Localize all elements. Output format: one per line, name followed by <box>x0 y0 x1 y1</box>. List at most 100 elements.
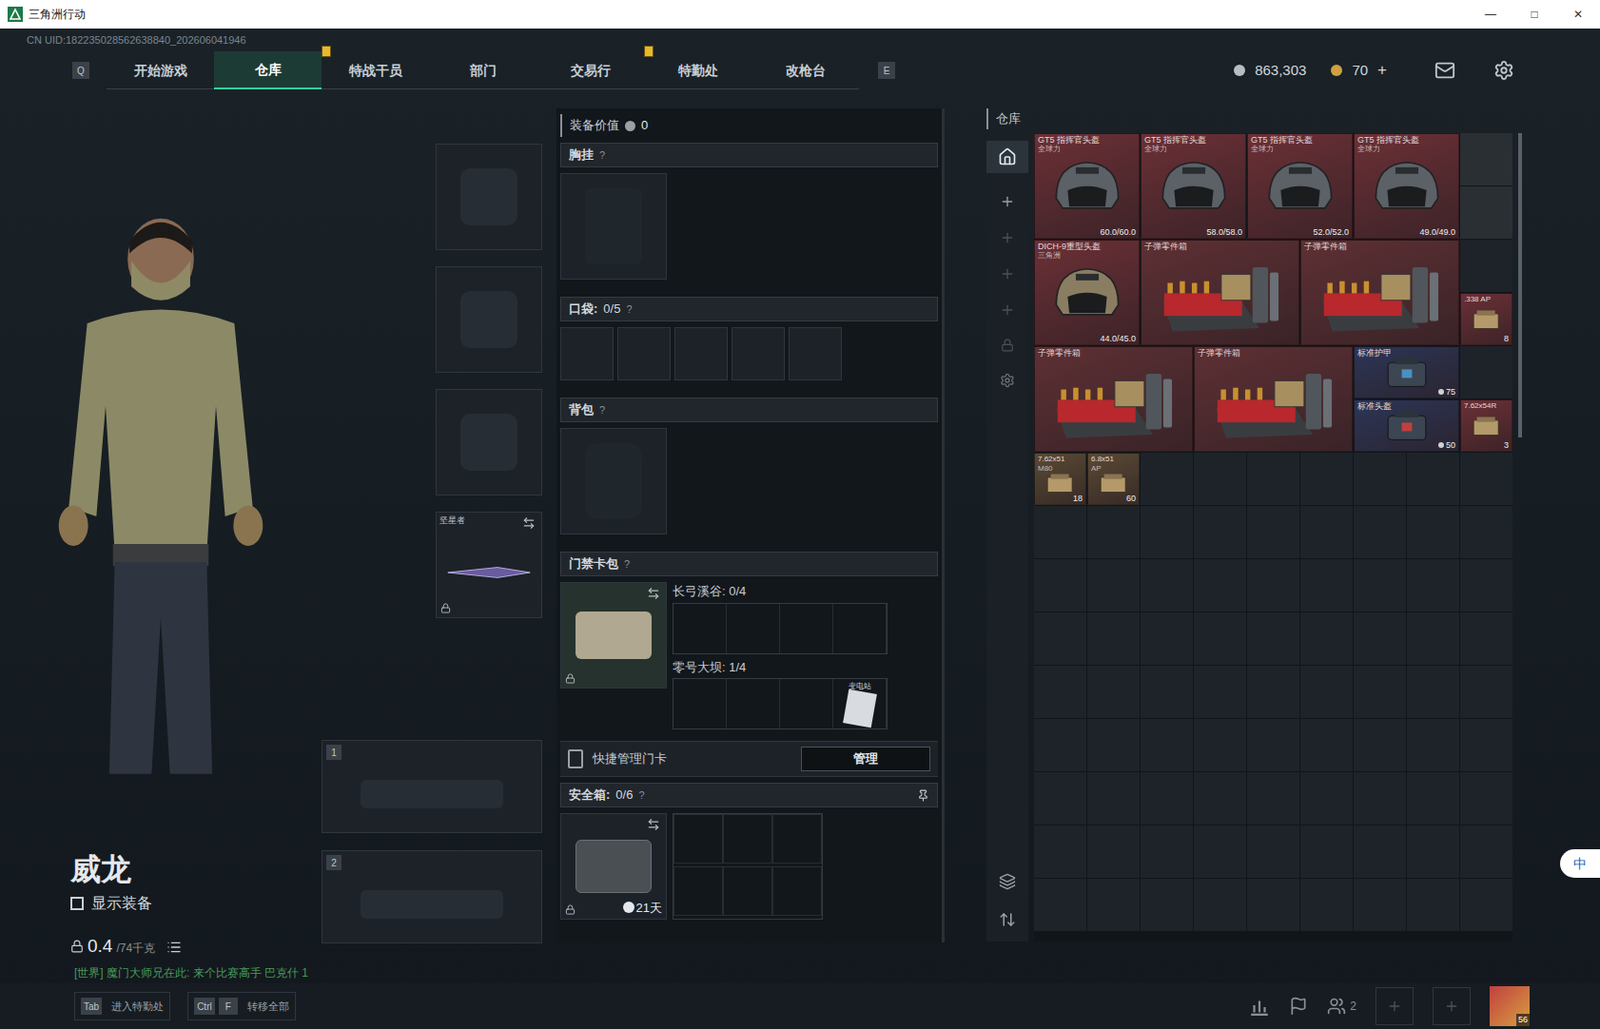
grid-cell[interactable] <box>1406 452 1460 506</box>
sort-icon[interactable] <box>998 911 1016 929</box>
grid-cell[interactable] <box>1193 825 1247 879</box>
keycard-case-slot[interactable] <box>560 582 667 689</box>
swap-icon[interactable] <box>646 818 661 832</box>
pistol-slot[interactable] <box>435 389 543 496</box>
pocket-slot[interactable] <box>560 327 614 381</box>
backpack-slot[interactable] <box>560 428 667 535</box>
grid-cell[interactable] <box>1034 772 1087 825</box>
window-control[interactable]: ✕ <box>1556 0 1600 29</box>
add-tab-icon[interactable] <box>999 302 1015 318</box>
warehouse-item[interactable]: 7.62x51M8018 <box>1034 452 1087 506</box>
grid-cell[interactable] <box>1034 506 1087 559</box>
mail-icon[interactable] <box>1434 59 1456 81</box>
grid-cell[interactable] <box>1034 825 1087 879</box>
warehouse-item[interactable]: 子弹零件箱 <box>1034 346 1193 452</box>
player-avatar[interactable]: 56 <box>1489 986 1530 1027</box>
grid-cell[interactable] <box>1300 825 1353 879</box>
weapon-slot[interactable]: 2 <box>321 850 543 944</box>
weapon-slot[interactable]: 1 <box>321 740 543 834</box>
keycard-cell[interactable] <box>780 679 834 729</box>
helmet-slot[interactable] <box>435 143 543 251</box>
keycard-cell[interactable] <box>673 604 727 654</box>
warehouse-scrollbar[interactable] <box>1518 133 1522 438</box>
pin-icon[interactable] <box>917 789 930 802</box>
grid-cell[interactable] <box>1087 719 1140 772</box>
friends-button[interactable]: 2 <box>1326 996 1357 1016</box>
help-icon[interactable]: ? <box>625 301 632 318</box>
grid-cell[interactable] <box>1300 612 1353 665</box>
grid-cell[interactable] <box>1300 559 1353 612</box>
nav-tab[interactable]: 特勤处 <box>643 51 752 90</box>
grid-cell[interactable] <box>1193 559 1247 612</box>
grid-cell[interactable] <box>1300 719 1353 772</box>
warehouse-item[interactable]: 7.62x54R3 <box>1460 399 1513 452</box>
key-hint-button[interactable]: Tab进入特勤处 <box>74 992 171 1021</box>
window-control[interactable]: — <box>1468 0 1513 29</box>
grid-cell[interactable] <box>1140 772 1193 825</box>
grid-cell[interactable] <box>1087 825 1140 879</box>
grid-cell[interactable] <box>1247 559 1300 612</box>
grid-cell[interactable] <box>1087 665 1140 719</box>
grid-cell[interactable] <box>1406 559 1460 612</box>
invite-slot[interactable] <box>1375 987 1414 1026</box>
grid-cell[interactable] <box>1460 186 1513 239</box>
grid-cell[interactable] <box>1140 452 1193 506</box>
grid-cell[interactable] <box>1140 506 1193 559</box>
pocket-slot[interactable] <box>617 327 671 381</box>
grid-cell[interactable] <box>1247 452 1300 506</box>
safe-box-cell[interactable] <box>722 814 773 864</box>
help-icon[interactable]: ? <box>624 556 630 573</box>
add-token-button[interactable]: + <box>1377 58 1387 83</box>
warehouse-item[interactable]: 子弹零件箱 <box>1300 239 1460 346</box>
grid-cell[interactable] <box>1300 506 1353 559</box>
stats-icon[interactable] <box>1248 995 1270 1017</box>
grid-cell[interactable] <box>1406 612 1460 665</box>
warehouse-item[interactable]: DICH-9重型头盔三角洲44.0/45.0 <box>1034 239 1140 346</box>
grid-cell[interactable] <box>1140 719 1193 772</box>
grid-cell[interactable] <box>1034 878 1087 932</box>
grid-cell[interactable] <box>1460 133 1513 186</box>
grid-cell[interactable] <box>1193 719 1247 772</box>
safe-box-cell[interactable] <box>722 866 773 917</box>
grid-cell[interactable] <box>1460 665 1513 719</box>
nav-tab[interactable]: 开始游戏 <box>106 51 215 90</box>
grid-cell[interactable] <box>1087 772 1140 825</box>
grid-cell[interactable] <box>1247 665 1300 719</box>
grid-cell[interactable] <box>1247 612 1300 665</box>
grid-cell[interactable] <box>1460 239 1513 293</box>
grid-cell[interactable] <box>1406 772 1460 825</box>
invite-slot[interactable] <box>1432 987 1471 1026</box>
warehouse-item[interactable]: 标准护甲75 <box>1353 346 1460 399</box>
grid-cell[interactable] <box>1193 506 1247 559</box>
grid-cell[interactable] <box>1247 825 1300 879</box>
pocket-slot[interactable] <box>788 327 842 381</box>
grid-cell[interactable] <box>1140 665 1193 719</box>
grid-cell[interactable] <box>1247 878 1300 932</box>
grid-cell[interactable] <box>1300 878 1353 932</box>
nav-tab[interactable]: 改枪台 <box>751 51 859 90</box>
warehouse-tab[interactable] <box>986 140 1029 174</box>
nav-tab[interactable]: 仓库 <box>214 51 322 90</box>
safe-box-cell[interactable] <box>772 866 822 917</box>
grid-cell[interactable] <box>1193 452 1247 506</box>
warehouse-item[interactable]: GT5 指挥官头盔全球力60.0/60.0 <box>1034 133 1140 239</box>
pocket-slot[interactable] <box>731 327 785 381</box>
grid-cell[interactable] <box>1460 452 1513 506</box>
grid-cell[interactable] <box>1193 772 1247 825</box>
grid-cell[interactable] <box>1460 612 1513 665</box>
pocket-slot[interactable] <box>674 327 728 381</box>
warehouse-item[interactable]: GT5 指挥官头盔全球力52.0/52.0 <box>1247 133 1353 239</box>
grid-cell[interactable] <box>1353 665 1406 719</box>
grid-cell[interactable] <box>1353 719 1406 772</box>
armor-slot[interactable] <box>435 266 543 373</box>
grid-cell[interactable] <box>1300 665 1353 719</box>
grid-cell[interactable] <box>1353 612 1406 665</box>
grid-cell[interactable] <box>1034 665 1087 719</box>
grid-cell[interactable] <box>1087 559 1140 612</box>
grid-cell[interactable] <box>1300 452 1353 506</box>
ime-indicator[interactable]: 中 <box>1560 849 1600 879</box>
grid-cell[interactable] <box>1460 559 1513 612</box>
melee-slot[interactable]: 坚星者 <box>435 511 543 619</box>
window-control[interactable]: □ <box>1512 0 1557 29</box>
keycard-cell[interactable] <box>726 679 781 729</box>
